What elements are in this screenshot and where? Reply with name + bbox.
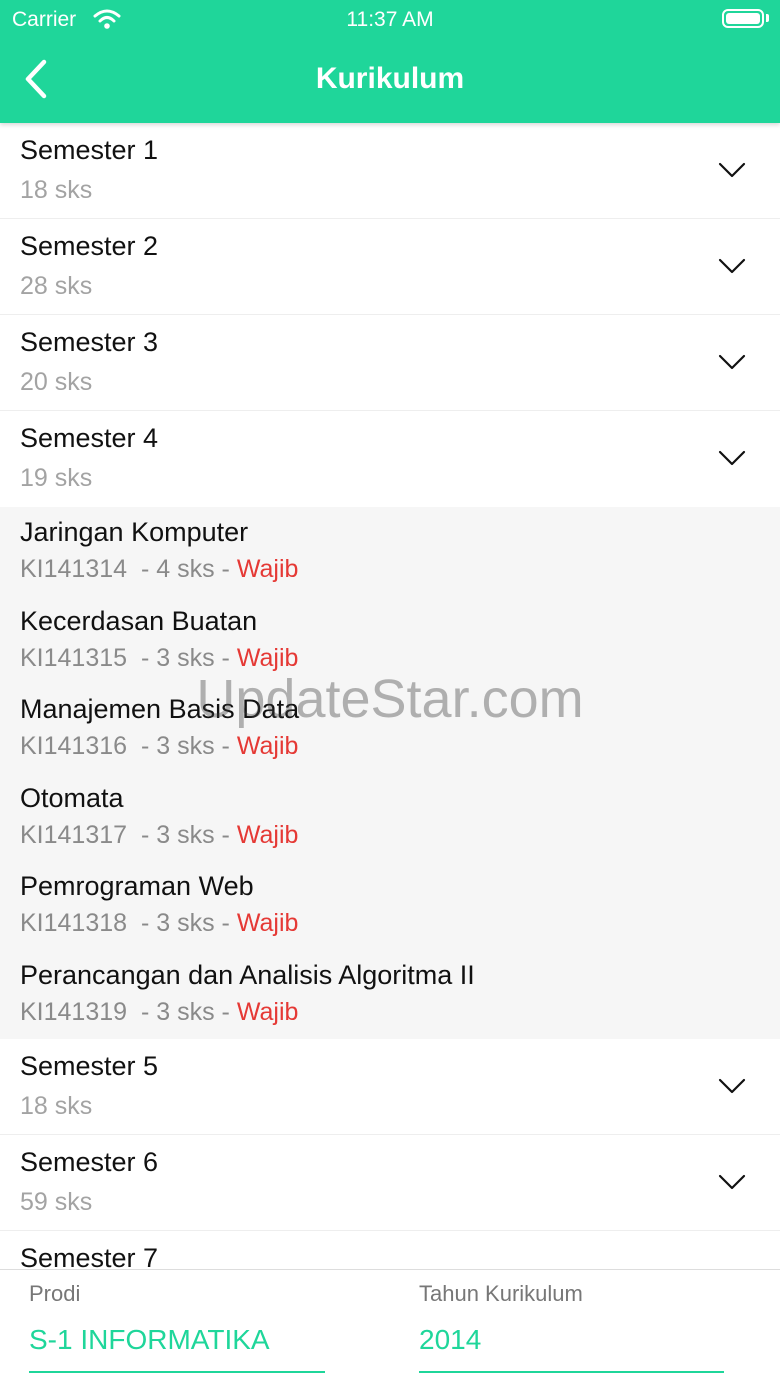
course-name: Perancangan dan Analisis Algoritma II	[20, 960, 475, 990]
course-item[interactable]: Perancangan dan Analisis Algoritma II KI…	[0, 950, 780, 1038]
course-type: Wajib	[236, 998, 299, 1026]
tahun-kurikulum-label: Tahun Kurikulum	[419, 1281, 583, 1306]
course-meta: KI141319 - 3 sks - Wajib	[20, 998, 298, 1027]
semester-title: Semester 3	[20, 327, 159, 357]
semester-title: Semester 6	[20, 1147, 159, 1177]
meta-separator: -	[221, 555, 230, 583]
semester-row-expanded[interactable]: Semester 4 19 sks	[0, 411, 780, 507]
tahun-kurikulum-underline	[419, 1371, 724, 1373]
course-name: Jaringan Komputer	[20, 517, 249, 547]
meta-separator: -	[140, 732, 150, 760]
course-code: KI141314	[20, 555, 128, 583]
course-sks: 4 sks	[156, 555, 215, 583]
prodi-label: Prodi	[29, 1281, 81, 1306]
semester-title: Semester 2	[20, 231, 159, 261]
chevron-down-icon	[718, 258, 746, 274]
meta-separator: -	[221, 644, 230, 672]
semester-title: Semester 7	[20, 1243, 159, 1269]
course-sks: 3 sks	[156, 732, 215, 760]
battery-icon	[722, 9, 764, 28]
meta-separator: -	[140, 909, 150, 937]
semester-sks: 19 sks	[20, 464, 93, 492]
course-meta: KI141318 - 3 sks - Wajib	[20, 909, 298, 938]
course-code: KI141317	[20, 821, 128, 849]
chevron-down-icon	[718, 1174, 746, 1190]
curriculum-list[interactable]: Semester 1 18 sks Semester 2 28 sks Seme…	[0, 123, 780, 1269]
course-meta: KI141317 - 3 sks - Wajib	[20, 821, 298, 850]
course-name: Otomata	[20, 783, 124, 813]
semester-row[interactable]: Semester 2 28 sks	[0, 219, 780, 315]
course-code: KI141316	[20, 732, 128, 760]
course-sks: 3 sks	[156, 644, 215, 672]
battery-cap	[766, 14, 769, 22]
meta-separator: -	[221, 909, 230, 937]
prodi-underline	[29, 1371, 325, 1373]
course-item[interactable]: Kecerdasan Buatan KI141315 - 3 sks - Waj…	[0, 596, 780, 684]
semester-sks: 59 sks	[20, 1188, 93, 1216]
course-item[interactable]: Pemrograman Web KI141318 - 3 sks - Wajib	[0, 861, 780, 949]
course-sks: 3 sks	[156, 998, 215, 1026]
chevron-down-icon	[718, 162, 746, 178]
course-code: KI141318	[20, 909, 128, 937]
meta-separator: -	[221, 732, 230, 760]
course-meta: KI141314 - 4 sks - Wajib	[20, 555, 298, 584]
course-sks: 3 sks	[156, 909, 215, 937]
filter-footer: Prodi S-1 INFORMATIKA Tahun Kurikulum 20…	[0, 1269, 780, 1387]
meta-separator: -	[221, 821, 230, 849]
chevron-down-icon	[718, 450, 746, 466]
semester-sks: 18 sks	[20, 176, 93, 204]
status-time: 11:37 AM	[346, 8, 434, 31]
course-name: Pemrograman Web	[20, 871, 254, 901]
prodi-select[interactable]: S-1 INFORMATIKA	[29, 1324, 270, 1356]
semester-title: Semester 1	[20, 135, 159, 165]
course-meta: KI141315 - 3 sks - Wajib	[20, 644, 298, 673]
semester-row[interactable]: Semester 6 59 sks	[0, 1135, 780, 1231]
course-list: Jaringan Komputer KI141314 - 4 sks - Waj…	[0, 507, 780, 1039]
course-type: Wajib	[236, 909, 299, 937]
chevron-down-icon	[718, 1078, 746, 1094]
course-item[interactable]: Manajemen Basis Data KI141316 - 3 sks - …	[0, 684, 780, 772]
chevron-down-icon	[718, 354, 746, 370]
course-name: Manajemen Basis Data	[20, 694, 300, 724]
semester-row[interactable]: Semester 7	[0, 1231, 780, 1269]
semester-sks: 18 sks	[20, 1092, 93, 1120]
tahun-kurikulum-select[interactable]: 2014	[419, 1324, 481, 1356]
course-code: KI141315	[20, 644, 128, 672]
semester-title: Semester 5	[20, 1051, 159, 1081]
meta-separator: -	[140, 998, 150, 1026]
semester-sks: 20 sks	[20, 368, 93, 396]
meta-separator: -	[221, 998, 230, 1026]
course-type: Wajib	[236, 732, 299, 760]
course-item[interactable]: Jaringan Komputer KI141314 - 4 sks - Waj…	[0, 507, 780, 595]
course-code: KI141319	[20, 998, 128, 1026]
course-item[interactable]: Otomata KI141317 - 3 sks - Wajib	[0, 773, 780, 861]
course-type: Wajib	[236, 555, 299, 583]
status-bar: Carrier 11:37 AM	[0, 0, 780, 40]
meta-separator: -	[140, 644, 150, 672]
page-title: Kurikulum	[315, 62, 465, 95]
semester-row[interactable]: Semester 5 18 sks	[0, 1039, 780, 1135]
meta-separator: -	[140, 821, 150, 849]
course-type: Wajib	[236, 644, 299, 672]
semester-title: Semester 4	[20, 423, 159, 453]
course-name: Kecerdasan Buatan	[20, 606, 258, 636]
semester-row[interactable]: Semester 3 20 sks	[0, 315, 780, 411]
course-type: Wajib	[236, 821, 299, 849]
course-meta: KI141316 - 3 sks - Wajib	[20, 732, 298, 761]
app-header: Carrier 11:37 AM Kurikulum	[0, 0, 780, 123]
meta-separator: -	[140, 555, 150, 583]
semester-row[interactable]: Semester 1 18 sks	[0, 123, 780, 219]
course-sks: 3 sks	[156, 821, 215, 849]
semester-sks: 28 sks	[20, 272, 93, 300]
nav-bar: Kurikulum	[0, 40, 780, 123]
